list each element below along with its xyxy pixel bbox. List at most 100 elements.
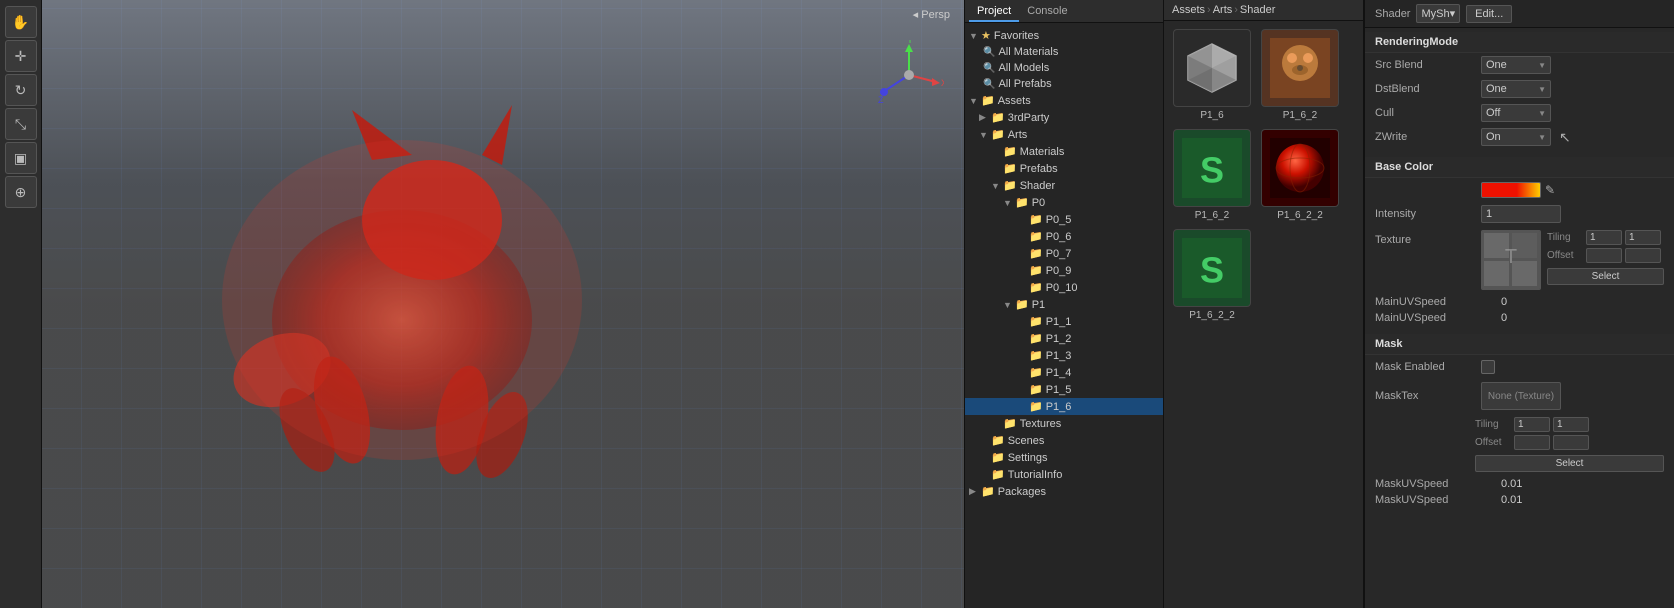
zwrite-dropdown[interactable]: On ▼ xyxy=(1481,128,1551,146)
maskuv-speed-row-1: MaskUVSpeed 0.01 xyxy=(1365,476,1674,492)
mask-tex-label: MaskTex xyxy=(1375,390,1475,402)
base-color-swatch[interactable] xyxy=(1481,182,1541,198)
shader-label: Shader xyxy=(1375,8,1410,20)
breadcrumb-shader[interactable]: Shader xyxy=(1240,4,1275,16)
breadcrumb-assets[interactable]: Assets xyxy=(1172,4,1205,16)
asset-thumb-p1_6 xyxy=(1173,29,1251,107)
dst-blend-label: DstBlend xyxy=(1375,83,1475,95)
mask-offset-label: Offset xyxy=(1475,437,1510,448)
texture-select-button[interactable]: Select xyxy=(1547,268,1664,285)
asset-name-p1_6_2_2_s: P1_6_2_2 xyxy=(1172,310,1252,321)
tree-item-shader[interactable]: ▼ 📁 Shader xyxy=(965,177,1163,194)
intensity-value xyxy=(1481,205,1664,223)
tree-item-p0[interactable]: ▼ 📁 P0 xyxy=(965,194,1163,211)
asset-panel: Assets › Arts › Shader P1_6 xyxy=(1164,0,1364,608)
texture-preview[interactable]: T xyxy=(1481,230,1541,290)
tree-item-p1_6[interactable]: 📁 P1_6 xyxy=(965,398,1163,415)
tree-item-all-models[interactable]: 🔍 All Models xyxy=(965,60,1163,76)
tree-item-all-prefabs[interactable]: 🔍 All Prefabs xyxy=(965,76,1163,92)
tree-item-p0_9[interactable]: 📁 P0_9 xyxy=(965,262,1163,279)
mask-tex-box[interactable]: None (Texture) xyxy=(1481,382,1561,410)
project-tabs: Project Console xyxy=(965,0,1163,23)
color-picker-icon[interactable]: ✎ xyxy=(1545,183,1559,197)
cull-dropdown[interactable]: Off ▼ xyxy=(1481,104,1551,122)
asset-item-p1_6_2[interactable]: P1_6_2 xyxy=(1260,29,1340,121)
offset-row: Offset xyxy=(1547,248,1664,263)
asset-item-p1_6[interactable]: P1_6 xyxy=(1172,29,1252,121)
asset-name-p1_6_2_s: P1_6_2 xyxy=(1172,210,1252,221)
move-tool-button[interactable]: ✛ xyxy=(5,40,37,72)
tree-item-prefabs[interactable]: 📁 Prefabs xyxy=(965,160,1163,177)
rendering-mode-section: RenderingMode Src Blend One ▼ DstBlend O… xyxy=(1365,28,1674,153)
rect-tool-button[interactable]: ▣ xyxy=(5,142,37,174)
tree-item-tutorialinfo[interactable]: 📁 TutorialInfo xyxy=(965,466,1163,483)
tree-item-materials[interactable]: 📁 Materials xyxy=(965,143,1163,160)
mask-offset-y[interactable] xyxy=(1553,435,1589,450)
fox-model-svg xyxy=(122,60,682,500)
scale-tool-button[interactable]: ⤡ xyxy=(5,108,37,140)
tiling-row: Tiling xyxy=(1547,230,1664,245)
asset-item-p1_6_2_s[interactable]: S P1_6_2 xyxy=(1172,129,1252,221)
asset-item-p1_6_2_2[interactable]: P1_6_2_2 xyxy=(1260,129,1340,221)
tab-console[interactable]: Console xyxy=(1019,2,1075,22)
tree-item-p1_1[interactable]: 📁 P1_1 xyxy=(965,313,1163,330)
tree-item-all-materials[interactable]: 🔍 All Materials xyxy=(965,44,1163,60)
tree-item-scenes[interactable]: 📁 Scenes xyxy=(965,432,1163,449)
mask-tiling-label: Tiling xyxy=(1475,419,1510,430)
tree-item-p1[interactable]: ▼ 📁 P1 xyxy=(965,296,1163,313)
tree-item-assets[interactable]: ▼ 📁 Assets xyxy=(965,92,1163,109)
mask-tiling-x[interactable] xyxy=(1514,417,1550,432)
mask-offset-x[interactable] xyxy=(1514,435,1550,450)
dst-blend-dropdown[interactable]: One ▼ xyxy=(1481,80,1551,98)
mask-enabled-checkbox[interactable] xyxy=(1481,360,1495,374)
tree-item-p1_5[interactable]: 📁 P1_5 xyxy=(965,381,1163,398)
maskuv-speed-label-2: MaskUVSpeed xyxy=(1375,494,1495,506)
tree-item-favorites[interactable]: ▼ ★ Favorites xyxy=(965,27,1163,44)
gizmo-tool-button[interactable]: ⊕ xyxy=(5,176,37,208)
tree-item-p0_5[interactable]: 📁 P0_5 xyxy=(965,211,1163,228)
zwrite-label: ZWrite xyxy=(1375,131,1475,143)
hand-tool-button[interactable]: ✋ xyxy=(5,6,37,38)
rotate-tool-button[interactable]: ↻ xyxy=(5,74,37,106)
breadcrumb-arts[interactable]: Arts xyxy=(1213,4,1233,16)
tree-item-p0_6[interactable]: 📁 P0_6 xyxy=(965,228,1163,245)
viewport-perspective-label: ◂ Persp xyxy=(913,8,950,21)
scene-viewport[interactable]: ◂ Persp Y X Z xyxy=(42,0,964,608)
maskuv-speed-label-1: MaskUVSpeed xyxy=(1375,478,1495,490)
tree-item-packages[interactable]: ▶ 📁 Packages xyxy=(965,483,1163,500)
tree-item-arts[interactable]: ▼ 📁 Arts xyxy=(965,126,1163,143)
tree-item-p0_10[interactable]: 📁 P0_10 xyxy=(965,279,1163,296)
tiling-inputs xyxy=(1586,230,1661,245)
tree-item-textures[interactable]: 📁 Textures xyxy=(965,415,1163,432)
cull-arrow: ▼ xyxy=(1538,109,1546,118)
offset-y-input[interactable] xyxy=(1625,248,1661,263)
offset-x-input[interactable] xyxy=(1586,248,1622,263)
maskuv-speed-val-1: 0.01 xyxy=(1501,478,1522,490)
tiling-y-input[interactable] xyxy=(1625,230,1661,245)
tree-item-p1_2[interactable]: 📁 P1_2 xyxy=(965,330,1163,347)
tree-item-p0_7[interactable]: 📁 P0_7 xyxy=(965,245,1163,262)
maskuv-speed-row-2: MaskUVSpeed 0.01 xyxy=(1365,492,1674,508)
tiling-x-input[interactable] xyxy=(1586,230,1622,245)
asset-thumb-p1_6_2_2 xyxy=(1261,129,1339,207)
tree-item-p1_3[interactable]: 📁 P1_3 xyxy=(965,347,1163,364)
svg-text:X: X xyxy=(941,78,944,88)
base-color-title: Base Color xyxy=(1365,157,1674,178)
tree-item-p1_4[interactable]: 📁 P1_4 xyxy=(965,364,1163,381)
mask-texture-controls: Tiling Offset Select xyxy=(1365,413,1674,476)
tree-item-3rdparty[interactable]: ▶ 📁 3rdParty xyxy=(965,109,1163,126)
mask-tiling-y[interactable] xyxy=(1553,417,1589,432)
asset-item-p1_6_2_2_s[interactable]: S P1_6_2_2 xyxy=(1172,229,1252,321)
dst-blend-arrow: ▼ xyxy=(1538,85,1546,94)
asset-name-p1_6_2: P1_6_2 xyxy=(1260,110,1340,121)
intensity-input[interactable] xyxy=(1481,205,1561,223)
src-blend-dropdown[interactable]: One ▼ xyxy=(1481,56,1551,74)
tree-item-settings[interactable]: 📁 Settings xyxy=(965,449,1163,466)
inspector-panel: Shader MySh▾ Edit... RenderingMode Src B… xyxy=(1364,0,1674,608)
edit-shader-button[interactable]: Edit... xyxy=(1466,5,1512,23)
tab-project[interactable]: Project xyxy=(969,2,1019,22)
asset-thumb-p1_6_2_2_s: S xyxy=(1173,229,1251,307)
mask-select-button[interactable]: Select xyxy=(1475,455,1664,472)
cull-value: Off ▼ xyxy=(1481,104,1664,122)
shader-select-dropdown[interactable]: MySh▾ xyxy=(1416,4,1460,23)
